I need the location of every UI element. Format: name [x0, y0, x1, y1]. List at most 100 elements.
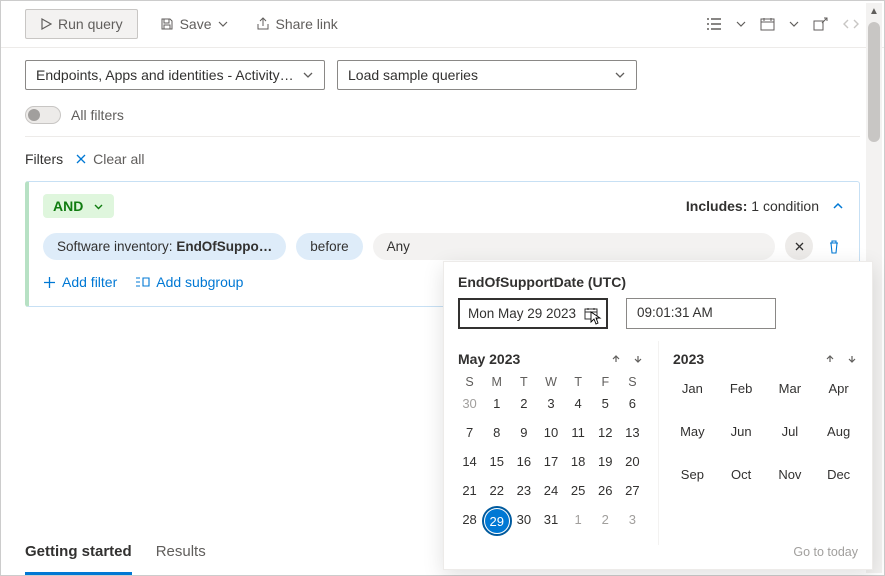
day-cell[interactable]: 6	[619, 393, 646, 414]
month-cell[interactable]: Jul	[769, 424, 812, 439]
day-cell[interactable]: 24	[537, 480, 564, 501]
month-cell[interactable]: Aug	[817, 424, 860, 439]
logic-operator-pill[interactable]: AND	[43, 194, 114, 218]
all-filters-toggle[interactable]	[25, 106, 61, 124]
month-cell[interactable]: Jan	[671, 381, 714, 396]
month-nav	[610, 353, 644, 365]
scroll-up-arrow-icon[interactable]: ▲	[869, 3, 879, 20]
next-month-button[interactable]	[632, 353, 644, 365]
clear-all-button[interactable]: Clear all	[75, 151, 144, 167]
delete-condition-button[interactable]	[823, 239, 845, 254]
calendar-row: May 2023 SMTWTFS 30123456789101112131415…	[444, 341, 872, 545]
chevron-down-icon[interactable]	[736, 17, 746, 31]
subgroup-icon	[135, 276, 150, 289]
run-query-button[interactable]: Run query	[25, 9, 138, 39]
prev-month-button[interactable]	[610, 353, 622, 365]
scope-select[interactable]: Endpoints, Apps and identities - Activit…	[25, 60, 325, 90]
all-filters-row: All filters	[1, 102, 884, 136]
day-cell[interactable]: 30	[456, 393, 483, 414]
go-to-today-button[interactable]: Go to today	[444, 545, 872, 569]
value-chip[interactable]: Any	[373, 233, 775, 260]
tab-getting-started[interactable]: Getting started	[25, 531, 132, 575]
day-cell[interactable]: 29	[485, 509, 509, 533]
day-cell[interactable]: 8	[483, 422, 510, 443]
month-cell[interactable]: Sep	[671, 467, 714, 482]
collapse-button[interactable]	[831, 199, 845, 213]
month-cell[interactable]: Mar	[769, 381, 812, 396]
chevron-down-icon	[302, 69, 314, 81]
export-icon[interactable]	[813, 17, 828, 31]
day-cell[interactable]: 26	[592, 480, 619, 501]
day-cell[interactable]: 16	[510, 451, 537, 472]
scroll-thumb[interactable]	[868, 22, 880, 142]
chevron-down-icon	[93, 201, 104, 212]
day-cell[interactable]: 9	[510, 422, 537, 443]
next-year-button[interactable]	[846, 353, 858, 365]
day-cell[interactable]: 11	[565, 422, 592, 443]
day-cell[interactable]: 4	[565, 393, 592, 414]
day-cell[interactable]: 25	[565, 480, 592, 501]
day-cell[interactable]: 28	[456, 509, 483, 533]
day-cell[interactable]: 2	[510, 393, 537, 414]
save-button[interactable]: Save	[154, 12, 234, 36]
day-cell[interactable]: 15	[483, 451, 510, 472]
month-cell[interactable]: Apr	[817, 381, 860, 396]
close-icon	[75, 153, 87, 165]
logic-operator-label: AND	[53, 198, 83, 214]
clear-value-button[interactable]	[785, 232, 813, 260]
day-cell[interactable]: 18	[565, 451, 592, 472]
condition-row: Software inventory: EndOfSuppo… before A…	[43, 232, 845, 260]
day-cell[interactable]: 2	[592, 509, 619, 533]
day-cell[interactable]: 31	[537, 509, 564, 533]
date-input[interactable]: Mon May 29 2023	[458, 298, 608, 329]
month-cell[interactable]: Oct	[720, 467, 763, 482]
day-cell[interactable]: 17	[537, 451, 564, 472]
day-cell[interactable]: 12	[592, 422, 619, 443]
list-view-icon[interactable]	[706, 17, 722, 31]
month-cell[interactable]: Jun	[720, 424, 763, 439]
prev-year-button[interactable]	[824, 353, 836, 365]
add-subgroup-button[interactable]: Add subgroup	[135, 274, 243, 290]
day-cell[interactable]: 1	[565, 509, 592, 533]
add-filter-button[interactable]: Add filter	[43, 274, 117, 290]
share-link-button[interactable]: Share link	[250, 12, 344, 36]
field-chip-bold: EndOfSuppo…	[176, 239, 272, 254]
year-title: 2023	[673, 351, 704, 367]
month-cell[interactable]: May	[671, 424, 714, 439]
day-cell[interactable]: 7	[456, 422, 483, 443]
date-picker-popover: EndOfSupportDate (UTC) Mon May 29 2023 0…	[443, 261, 873, 570]
day-cell[interactable]: 23	[510, 480, 537, 501]
day-cell[interactable]: 13	[619, 422, 646, 443]
dow-cell: T	[510, 375, 537, 389]
operator-chip[interactable]: before	[296, 233, 362, 260]
month-cell[interactable]: Dec	[817, 467, 860, 482]
tab-results[interactable]: Results	[156, 531, 206, 575]
day-cell[interactable]: 20	[619, 451, 646, 472]
sample-queries-value: Load sample queries	[348, 67, 478, 83]
day-cell[interactable]: 5	[592, 393, 619, 414]
code-icon[interactable]	[842, 17, 860, 31]
month-cell[interactable]: Nov	[769, 467, 812, 482]
day-cell[interactable]: 14	[456, 451, 483, 472]
toolbar-right	[706, 17, 860, 31]
month-calendar: May 2023 SMTWTFS 30123456789101112131415…	[444, 341, 658, 545]
day-cell[interactable]: 27	[619, 480, 646, 501]
calendar-icon[interactable]	[760, 17, 775, 31]
month-header: May 2023	[456, 347, 646, 375]
time-input[interactable]: 09:01:31 AM	[626, 298, 776, 329]
chevron-down-icon[interactable]	[789, 17, 799, 31]
sample-queries-select[interactable]: Load sample queries	[337, 60, 637, 90]
month-cell[interactable]: Feb	[720, 381, 763, 396]
dow-cell: S	[456, 375, 483, 389]
field-chip[interactable]: Software inventory: EndOfSuppo…	[43, 233, 286, 260]
day-cell[interactable]: 30	[510, 509, 537, 533]
share-label: Share link	[276, 16, 338, 32]
day-cell[interactable]: 21	[456, 480, 483, 501]
day-cell[interactable]: 3	[537, 393, 564, 414]
day-cell[interactable]: 10	[537, 422, 564, 443]
day-cell[interactable]: 22	[483, 480, 510, 501]
days-grid: 3012345678910111213141516171819202122232…	[456, 393, 646, 533]
day-cell[interactable]: 19	[592, 451, 619, 472]
day-cell[interactable]: 1	[483, 393, 510, 414]
day-cell[interactable]: 3	[619, 509, 646, 533]
